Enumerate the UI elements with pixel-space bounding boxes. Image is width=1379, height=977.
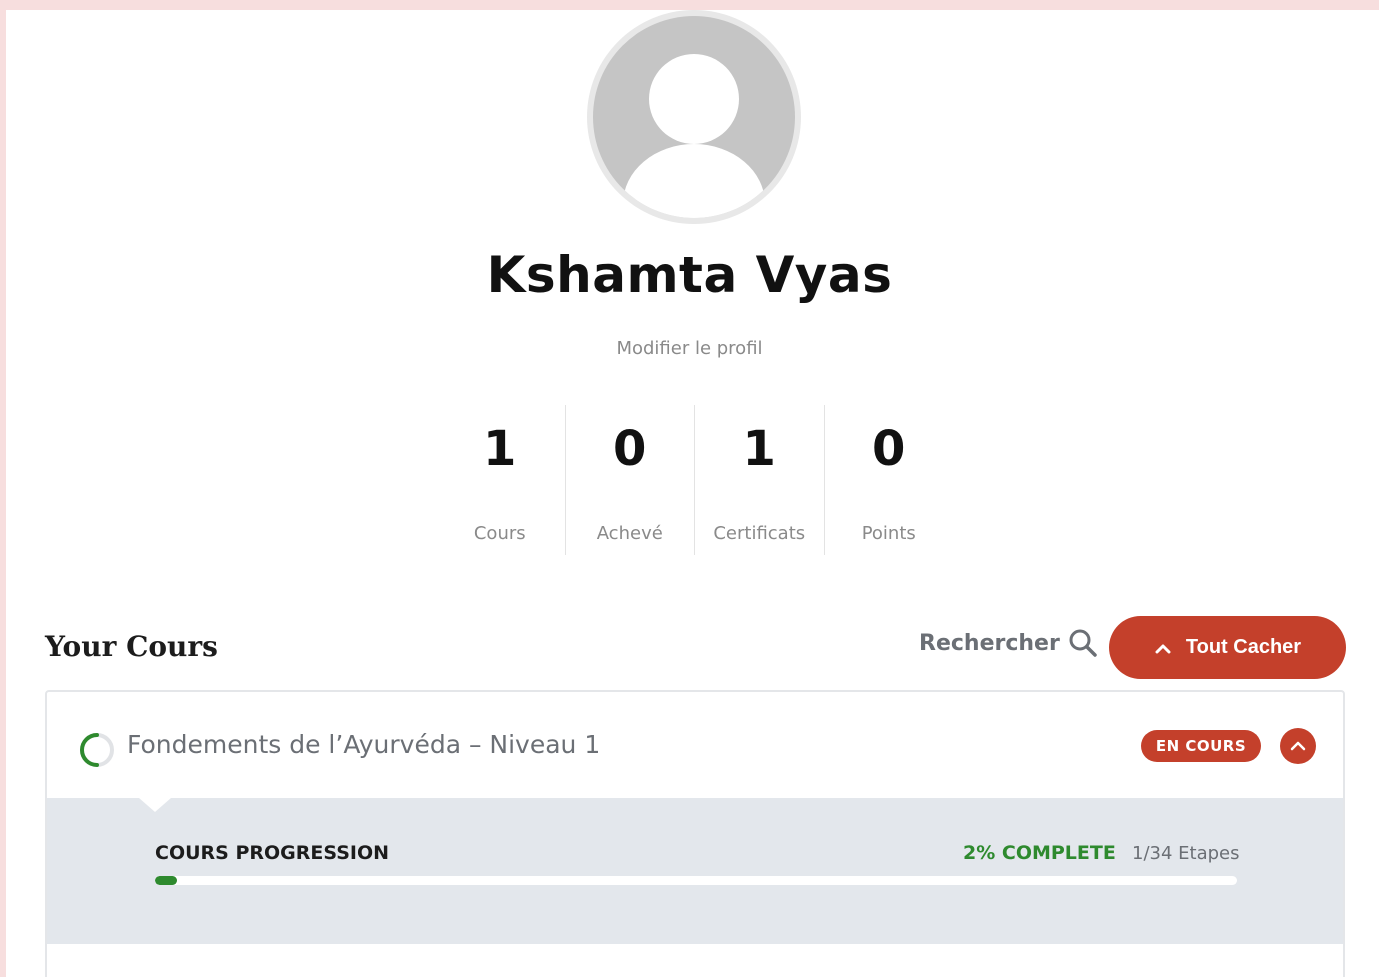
stat-label: Achevé — [596, 523, 663, 544]
course-search[interactable]: Rechercher — [919, 628, 1098, 658]
status-badge: EN COURS — [1141, 730, 1261, 762]
profile-name: Kshamta Vyas — [486, 246, 893, 304]
avatar — [587, 10, 801, 224]
stat-value: 1 — [483, 421, 517, 477]
search-icon[interactable] — [1068, 628, 1098, 658]
progress-percent: 2% COMPLETE — [963, 842, 1116, 864]
stat-value: 1 — [742, 421, 776, 477]
stat-certificates: 1 Certificats — [694, 405, 824, 555]
stat-label: Cours — [473, 523, 526, 544]
course-progress-panel — [47, 798, 1343, 944]
progress-bar — [155, 876, 1237, 885]
chevron-up-icon — [1290, 741, 1306, 751]
chevron-up-icon — [1155, 644, 1171, 653]
course-name[interactable]: Fondements de l’Ayurvéda – Niveau 1 — [127, 730, 600, 759]
progress-title: COURS PROGRESSION — [155, 842, 390, 864]
progress-ring-icon — [80, 733, 114, 767]
course-toggle-button[interactable] — [1280, 728, 1316, 764]
collapse-all-label: Tout Cacher — [1185, 636, 1302, 658]
stats-row: 1 Cours 0 Achevé 1 Certificats 0 Points — [435, 405, 953, 555]
stat-completed: 0 Achevé — [564, 405, 695, 555]
avatar-body — [623, 144, 765, 218]
edit-profile-link[interactable]: Modifier le profil — [6, 338, 1379, 359]
progress-bar-fill — [155, 876, 177, 885]
stat-label: Points — [861, 523, 916, 544]
stat-courses: 1 Cours — [435, 405, 565, 555]
avatar-head — [649, 54, 739, 144]
stat-label: Certificats — [713, 523, 806, 544]
stat-value: 0 — [613, 421, 647, 477]
course-item: Fondements de l’Ayurvéda – Niveau 1 EN C… — [45, 690, 1345, 977]
search-label[interactable]: Rechercher — [919, 631, 1060, 656]
panel-caret — [139, 798, 171, 812]
collapse-all-button[interactable]: Tout Cacher — [1109, 616, 1346, 679]
stat-value: 0 — [872, 421, 906, 477]
profile-page: Kshamta Vyas Modifier le profil 1 Cours … — [6, 10, 1379, 977]
stat-points: 0 Points — [823, 405, 954, 555]
avatar-placeholder-icon — [593, 16, 795, 218]
progress-steps: 1/34 Etapes — [1132, 843, 1240, 864]
course-header[interactable]: Fondements de l’Ayurvéda – Niveau 1 EN C… — [47, 692, 1343, 798]
courses-section-title: Your Cours — [45, 630, 218, 663]
